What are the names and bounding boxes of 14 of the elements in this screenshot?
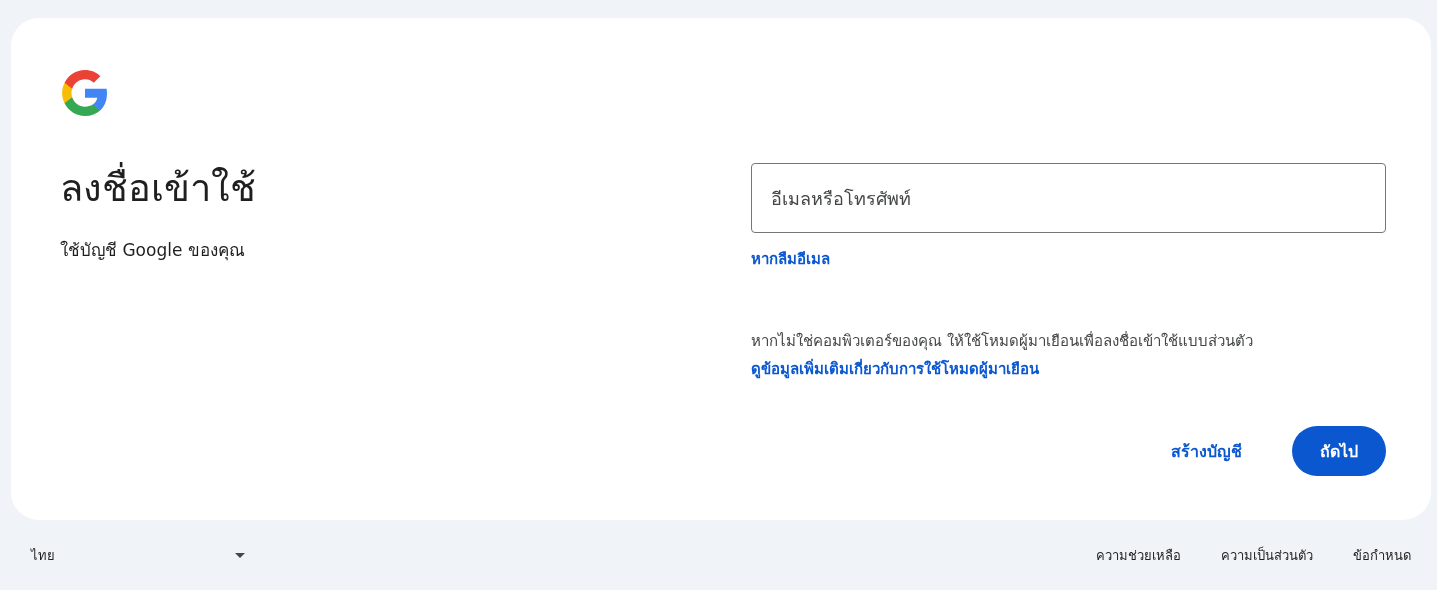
- footer-link[interactable]: ความเป็นส่วนตัว: [1221, 544, 1313, 566]
- page-title: ลงชื่อเข้าใช้: [60, 162, 751, 214]
- language-select[interactable]: ไทย: [31, 540, 245, 570]
- email-field[interactable]: อีเมลหรือโทรศัพท์: [751, 163, 1386, 233]
- guest-notice: หากไม่ใช่คอมพิวเตอร์ของคุณ ให้ใช้โหมดผู้มาเยือนเพื่อลงชื่อเข้าใช้แบบส่วนตัว: [751, 330, 1254, 353]
- next-button[interactable]: ถัดไป: [1292, 426, 1386, 476]
- google-logo-icon: [60, 68, 110, 118]
- create-account-button[interactable]: สร้างบัญชี: [1147, 426, 1266, 476]
- dropdown-caret-icon: [235, 552, 245, 558]
- page-subtitle: ใช้บัญชี Google ของคุณ: [60, 239, 246, 263]
- footer-link[interactable]: ความช่วยเหลือ: [1096, 544, 1181, 566]
- footer-link[interactable]: ข้อกำหนด: [1353, 544, 1411, 566]
- forgot-email-link[interactable]: หากลืมอีเมล: [751, 247, 830, 271]
- guest-mode-link[interactable]: ดูข้อมูลเพิ่มเติมเกี่ยวกับการใช้โหมดผู้มาเยือน: [751, 357, 1039, 381]
